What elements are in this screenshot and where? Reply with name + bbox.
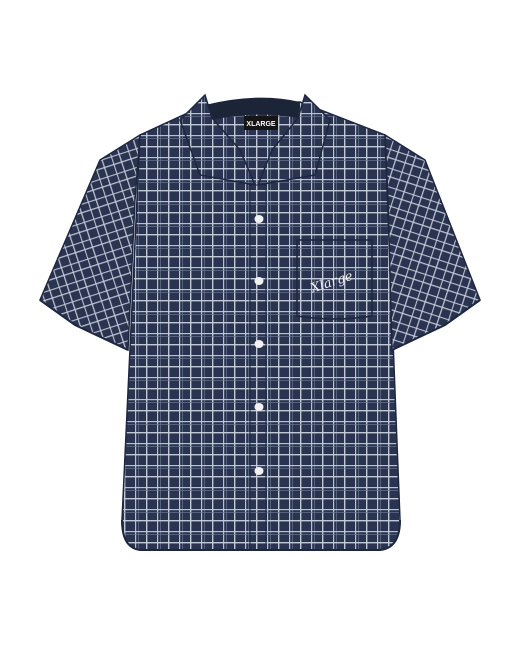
shirt-right-sleeve	[384, 133, 481, 352]
shirt-button	[254, 340, 264, 348]
shirt-button	[254, 467, 264, 475]
shirt-button	[254, 277, 264, 285]
shirt-left-sleeve	[39, 133, 141, 352]
neck-label-text: XLARGE	[246, 121, 276, 128]
product-image: XLARGE Xlarge	[0, 0, 520, 650]
shirt-button	[254, 215, 264, 223]
button-placket	[249, 184, 267, 551]
checked-shirt-illustration: XLARGE Xlarge	[39, 93, 481, 551]
shirt-button	[254, 403, 264, 411]
